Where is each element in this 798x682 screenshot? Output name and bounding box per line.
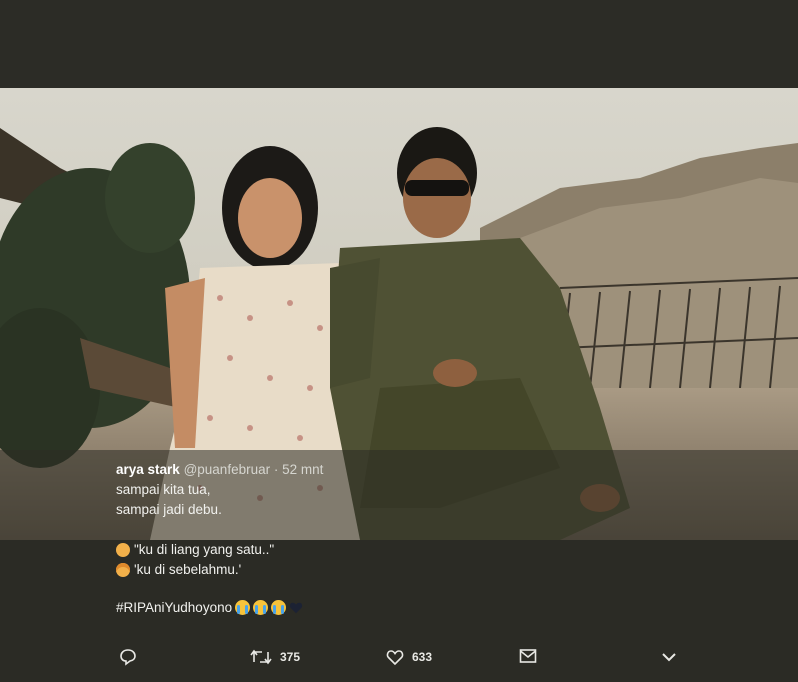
like-button[interactable]: 633: [386, 648, 432, 666]
retweet-icon: [250, 649, 272, 665]
tweet-line-1: sampai kita tua,: [116, 482, 211, 497]
tweet-line-2: sampai jadi debu.: [116, 502, 222, 517]
like-count: 633: [412, 650, 433, 664]
tweet-text: arya stark @puanfebruar · 52 mnt sampai …: [116, 460, 676, 520]
hashtag-line: #RIPAniYudhoyono: [116, 600, 303, 615]
reply-icon: [120, 649, 136, 666]
chevron-down-icon: [662, 653, 676, 662]
crying-face-icon: [271, 600, 287, 615]
separator: ·: [273, 462, 279, 477]
quote-line-1: "ku di liang yang satu..": [116, 542, 274, 557]
tweet-actions: 375 633: [0, 648, 798, 676]
woman-emoji-icon: [116, 562, 130, 577]
author-handle[interactable]: @puanfebruar: [184, 462, 271, 477]
man-emoji-icon: [116, 542, 130, 557]
author-name[interactable]: arya stark: [116, 462, 180, 477]
quote-2-text: 'ku di sebelahmu.': [134, 562, 242, 577]
retweet-count: 375: [280, 650, 301, 664]
reply-button[interactable]: [119, 648, 137, 666]
top-bar: [0, 0, 798, 88]
crying-face-icon: [235, 600, 251, 615]
quote-1-text: "ku di liang yang satu..": [134, 542, 275, 557]
message-button[interactable]: [519, 648, 537, 664]
more-menu-button[interactable]: [660, 648, 678, 666]
tweet-header: arya stark @puanfebruar · 52 mnt: [116, 460, 676, 480]
hashtag-link[interactable]: #RIPAniYudhoyono: [116, 600, 232, 615]
crying-face-icon: [253, 600, 269, 615]
heart-icon: [386, 650, 404, 666]
retweet-button[interactable]: 375: [250, 648, 300, 666]
tweet-time[interactable]: 52 mnt: [282, 462, 323, 477]
black-heart-icon: [289, 602, 303, 613]
quote-line-2: 'ku di sebelahmu.': [116, 562, 241, 577]
envelope-icon: [519, 649, 537, 663]
